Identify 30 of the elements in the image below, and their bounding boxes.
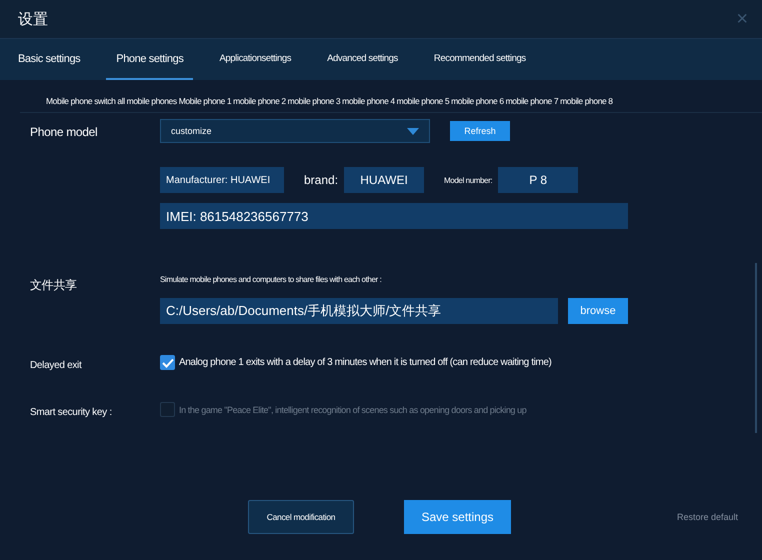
- model-dropdown[interactable]: customize: [160, 119, 430, 143]
- scrollbar-thumb[interactable]: [755, 263, 757, 433]
- checkbox[interactable]: [160, 355, 175, 370]
- phone-model-label: Phone model: [30, 124, 98, 141]
- refresh-button[interactable]: Refresh: [450, 121, 510, 141]
- file-sharing-hint: Simulate mobile phones and computers to share files with each other :: [160, 274, 382, 284]
- window-title: 设置: [18, 10, 48, 28]
- option-text: In the game "Peace Elite", intelligent recognition of scenes such as opening doors and picking up: [179, 404, 526, 414]
- tab[interactable]: Advanced settings: [317, 39, 408, 80]
- option-text: Analog phone 1 exits with a delay of 3 minutes when it is turned off (can reduce waiting time): [179, 357, 552, 368]
- imei-field[interactable]: IMEI: 861548236567773: [160, 203, 628, 229]
- save-button[interactable]: Save settings: [404, 500, 511, 534]
- model-number-field[interactable]: P 8: [498, 167, 578, 193]
- tab[interactable]: Recommended settings: [424, 39, 536, 80]
- phone-switch-bar: Mobile phone switch all mobile phones Mobile phone 1 mobile phone 2 mobile phone 3 mobile phone 4 mobile phone 5 mobile phone 6 mobile phone 7 mobile phone 8: [20, 80, 762, 113]
- cancel-button[interactable]: Cancel modification: [248, 500, 354, 534]
- brand-field[interactable]: HUAWEI: [344, 167, 424, 193]
- path-field[interactable]: C:/Users/ab/Documents/手机模拟大师/文件共享: [160, 298, 558, 324]
- tab[interactable]: Applicationsettings: [209, 39, 302, 80]
- file-sharing-label: 文件共享: [30, 277, 78, 294]
- brand-label: brand:: [304, 173, 338, 187]
- model-number-label: Model number:: [444, 176, 492, 184]
- caret-icon: [407, 128, 419, 134]
- restore-default-link[interactable]: Restore default: [676, 512, 738, 522]
- tab[interactable]: Phone settings: [106, 39, 194, 80]
- tab[interactable]: Basic settings: [8, 39, 90, 80]
- manufacturer-field[interactable]: Manufacturer: HUAWEI: [160, 167, 284, 193]
- option-label: Smart security key :: [30, 406, 113, 418]
- option-label: Delayed exit: [30, 359, 83, 371]
- browse-button[interactable]: browse: [568, 298, 628, 324]
